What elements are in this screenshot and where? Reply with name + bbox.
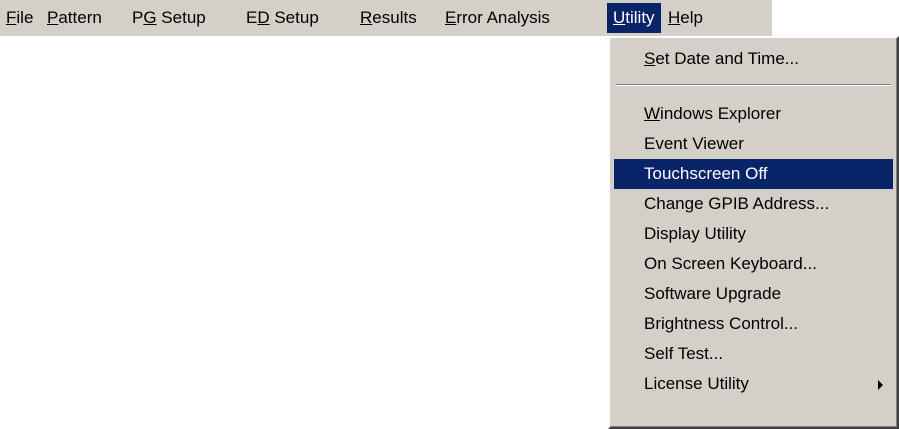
submenu-arrow-icon xyxy=(878,380,883,390)
menu-pg-setup-label: Setup xyxy=(156,8,206,27)
menu-pg-setup[interactable]: PG Setup xyxy=(132,3,206,33)
menu-item-self-test-label: Self Test... xyxy=(644,344,724,363)
menu-pg-setup-mnemonic: G xyxy=(143,8,157,27)
menu-utility-mnemonic: U xyxy=(613,8,626,27)
menu-ed-setup-prefix: E xyxy=(246,8,258,27)
menu-utility-label: tility xyxy=(625,8,655,27)
utility-dropdown-menu: Set Date and Time... Windows Explorer Ev… xyxy=(608,36,899,429)
menu-results-mnemonic: R xyxy=(360,8,373,27)
menu-item-display-utility-label: Display Utility xyxy=(644,224,747,243)
menu-bar: File Pattern PG Setup ED Setup Results E… xyxy=(0,0,772,36)
menu-item-windows-explorer-mnemonic: W xyxy=(644,104,661,123)
menu-pattern-label: attern xyxy=(58,8,102,27)
menu-item-software-upgrade-label: Software Upgrade xyxy=(644,284,782,303)
menu-item-software-upgrade[interactable]: Software Upgrade xyxy=(614,279,893,309)
menu-pattern[interactable]: Pattern xyxy=(47,3,102,33)
menu-utility[interactable]: Utility xyxy=(607,3,661,33)
menu-item-self-test[interactable]: Self Test... xyxy=(614,339,893,369)
menu-item-touchscreen-off-label: Touchscreen Off xyxy=(644,164,768,183)
menu-item-display-utility[interactable]: Display Utility xyxy=(614,219,893,249)
menu-separator xyxy=(616,84,891,86)
menu-results[interactable]: Results xyxy=(360,3,417,33)
menu-item-windows-explorer-label: indows Explorer xyxy=(660,104,781,123)
menu-pg-setup-prefix: P xyxy=(132,8,144,27)
menu-item-set-date-time-mnemonic: S xyxy=(644,49,656,68)
menu-error-analysis-mnemonic: E xyxy=(445,8,457,27)
menu-file-mnemonic: F xyxy=(6,8,17,27)
menu-item-on-screen-keyboard[interactable]: On Screen Keyboard... xyxy=(614,249,893,279)
menu-error-analysis[interactable]: Error Analysis xyxy=(445,3,550,33)
menu-ed-setup-label: Setup xyxy=(269,8,319,27)
menu-item-set-date-time[interactable]: Set Date and Time... xyxy=(614,44,893,74)
menu-ed-setup-mnemonic: D xyxy=(257,8,270,27)
menu-item-touchscreen-off[interactable]: Touchscreen Off xyxy=(614,159,893,189)
menu-item-change-gpib-address-label: Change GPIB Address... xyxy=(644,194,830,213)
menu-help[interactable]: Help xyxy=(668,3,703,33)
menu-pattern-mnemonic: P xyxy=(47,8,59,27)
menu-help-label: elp xyxy=(680,8,703,27)
menu-item-license-utility-label: License Utility xyxy=(644,374,749,393)
menu-file-label: ile xyxy=(16,8,34,27)
menu-item-windows-explorer[interactable]: Windows Explorer xyxy=(614,99,893,129)
menu-item-change-gpib-address[interactable]: Change GPIB Address... xyxy=(614,189,893,219)
menu-help-mnemonic: H xyxy=(668,8,681,27)
menu-ed-setup[interactable]: ED Setup xyxy=(246,3,319,33)
menu-file[interactable]: File xyxy=(6,3,33,33)
menu-error-analysis-label: rror Analysis xyxy=(456,8,550,27)
menu-item-brightness-control-label: Brightness Control... xyxy=(644,314,799,333)
menu-item-license-utility[interactable]: License Utility xyxy=(614,369,893,399)
menu-item-on-screen-keyboard-label: On Screen Keyboard... xyxy=(644,254,817,273)
menu-item-set-date-time-label: et Date and Time... xyxy=(655,49,799,68)
menu-item-event-viewer[interactable]: Event Viewer xyxy=(614,129,893,159)
menu-item-brightness-control[interactable]: Brightness Control... xyxy=(614,309,893,339)
menu-results-label: esults xyxy=(372,8,417,27)
menu-item-event-viewer-label: Event Viewer xyxy=(644,134,744,153)
